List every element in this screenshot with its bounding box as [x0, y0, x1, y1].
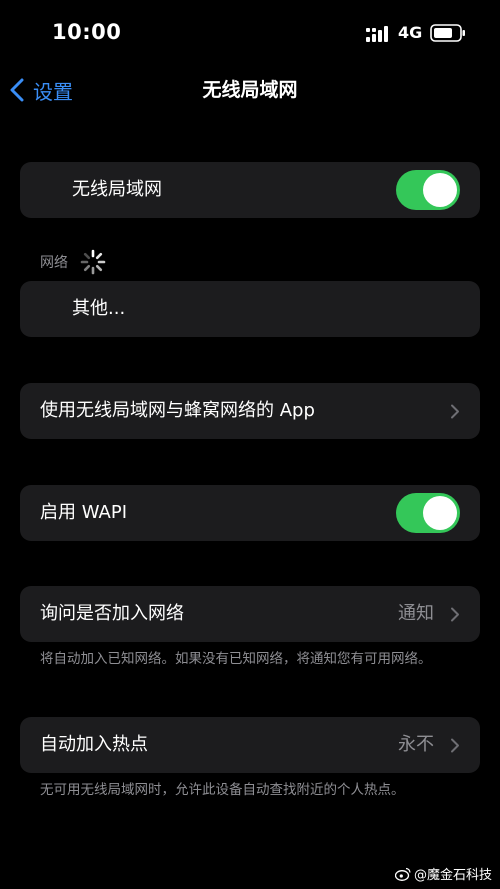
networks-section-header: 网络: [40, 255, 68, 271]
watermark-text: @魔金石科技: [413, 868, 492, 883]
ask-to-join-value: 通知: [398, 603, 434, 624]
ask-to-join-label: 询问是否加入网络: [40, 603, 184, 624]
chevron-right-icon: [451, 738, 459, 753]
auto-hotspot-value: 永不: [398, 734, 434, 755]
page-title: 无线局域网: [202, 79, 298, 101]
wifi-row: 无线局域网: [20, 162, 480, 218]
apps-using-wlan-row[interactable]: 使用无线局域网与蜂窝网络的 App: [20, 383, 480, 439]
chevron-right-icon: [451, 404, 459, 419]
wapi-row: 启用 WAPI: [20, 485, 480, 541]
watermark: @魔金石科技: [394, 864, 492, 883]
status-time: 10:00: [52, 20, 122, 44]
toggle-knob: [423, 496, 457, 530]
auto-hotspot-row[interactable]: 自动加入热点 永不: [20, 717, 480, 773]
ask-to-join-footer: 将自动加入已知网络。如果没有已知网络，将通知您有可用网络。: [40, 651, 432, 667]
chevron-right-icon: [451, 607, 459, 622]
signal-bars-icon: [366, 26, 388, 42]
weibo-icon: [394, 867, 411, 881]
ask-to-join-row[interactable]: 询问是否加入网络 通知: [20, 586, 480, 642]
chevron-left-icon: [10, 78, 24, 102]
wapi-toggle[interactable]: [396, 493, 460, 533]
auto-hotspot-label: 自动加入热点: [40, 734, 148, 755]
auto-hotspot-footer: 无可用无线局域网时，允许此设备自动查找附近的个人热点。: [40, 782, 405, 798]
status-bar: 10:00 4G: [0, 0, 500, 66]
spinner-icon: [80, 249, 106, 275]
back-button-label: 设置: [33, 79, 73, 104]
wifi-toggle[interactable]: [396, 170, 460, 210]
wifi-label: 无线局域网: [72, 179, 162, 200]
toggle-knob: [423, 173, 457, 207]
apps-using-wlan-label: 使用无线局域网与蜂窝网络的 App: [40, 400, 315, 421]
other-network-row[interactable]: 其他...: [20, 281, 480, 337]
back-button[interactable]: 设置: [10, 74, 73, 106]
battery-icon: [430, 24, 465, 42]
network-type: 4G: [398, 23, 423, 42]
other-network-label: 其他...: [72, 298, 126, 319]
wapi-label: 启用 WAPI: [40, 502, 128, 523]
